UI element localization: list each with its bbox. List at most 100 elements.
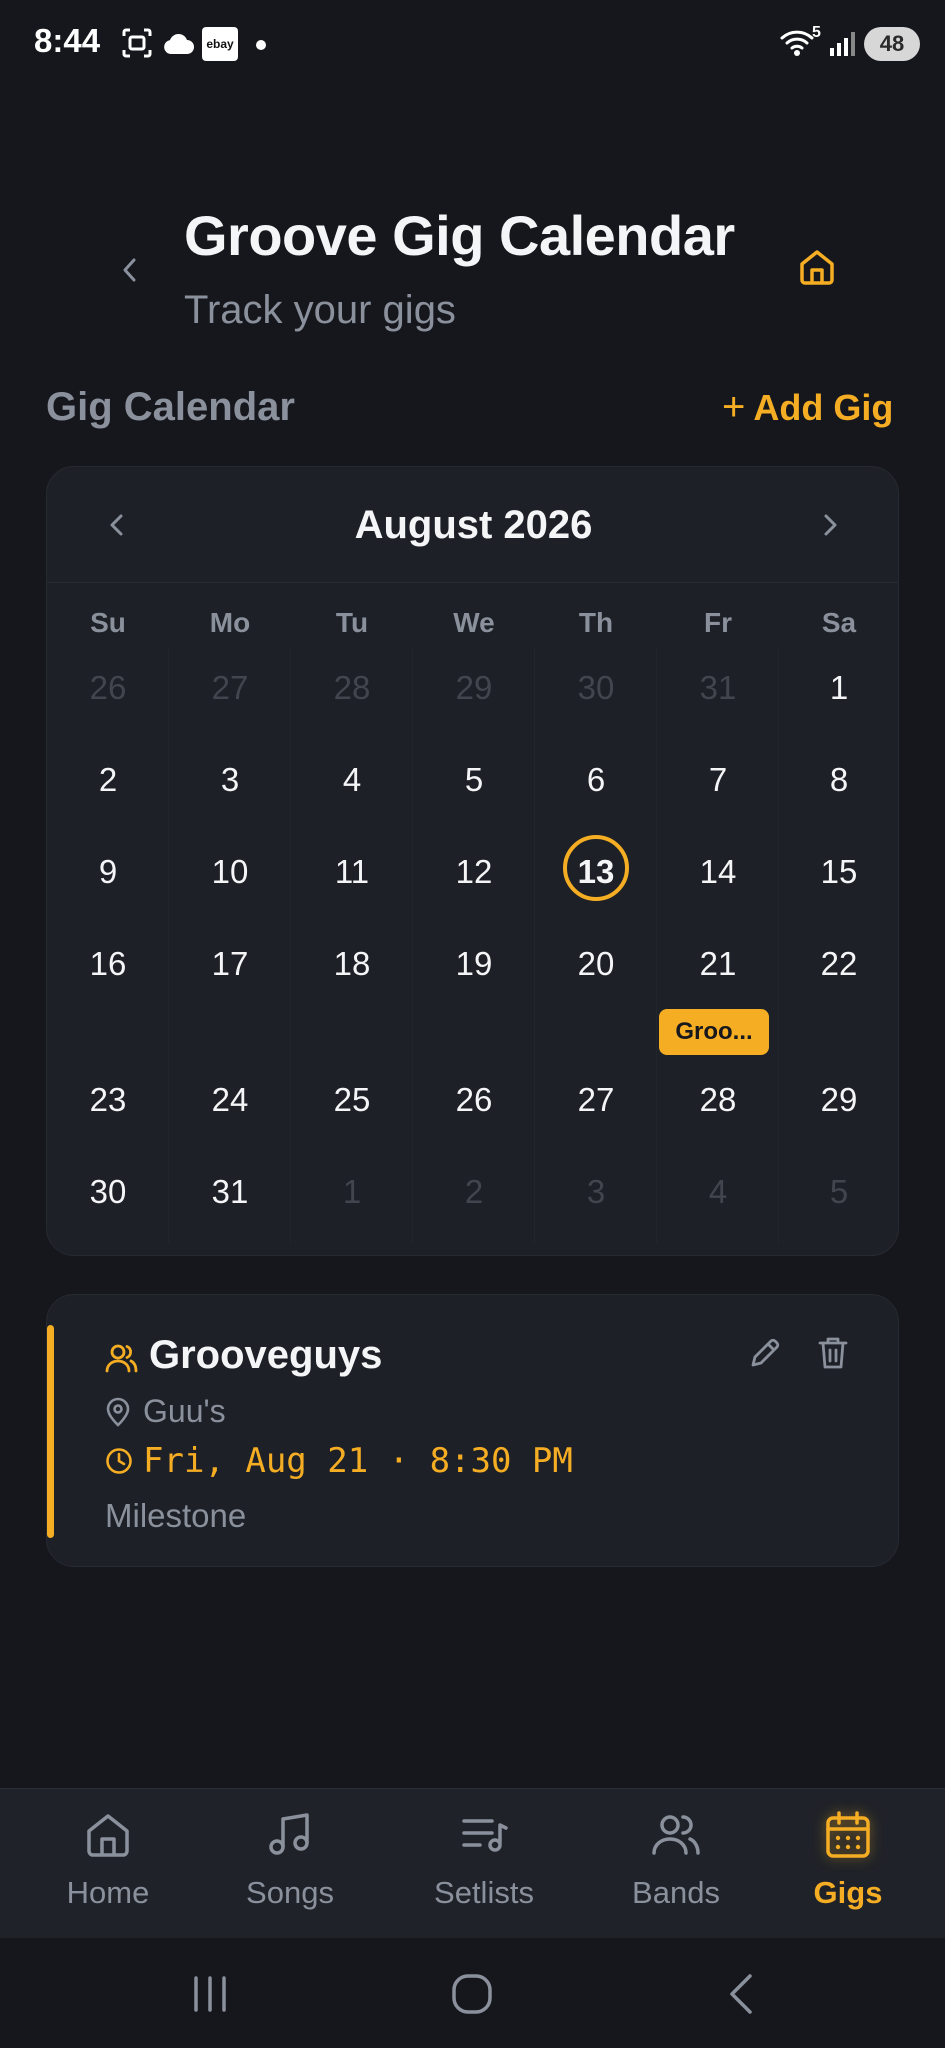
calendar-day-number: 8 [829, 761, 849, 798]
calendar-day[interactable]: 3 [535, 1151, 657, 1243]
weekday-label: Mo [209, 607, 251, 638]
calendar-day-number: 3 [220, 761, 240, 798]
event-chip[interactable]: Groo... [659, 1009, 769, 1055]
calendar-day[interactable]: 27 [169, 647, 291, 739]
nav-home-label: Home [66, 1875, 150, 1910]
status-bar: 8:44 ebay 5 48 [0, 0, 945, 90]
calendar-day[interactable]: 29 [413, 647, 535, 739]
weekday-label: We [453, 607, 495, 638]
nav-songs[interactable]: Songs [226, 1789, 354, 1939]
calendar-day[interactable]: 3 [169, 739, 291, 831]
recent-apps-icon[interactable] [188, 1972, 232, 2016]
calendar-day-number: 24 [211, 1081, 249, 1118]
calendar-day[interactable]: 25 [291, 1059, 413, 1151]
calendar-day[interactable]: 1 [291, 1151, 413, 1243]
gig-venue: Guu's [143, 1393, 226, 1429]
calendar-day-number: 26 [89, 669, 127, 706]
calendar-day[interactable]: 8 [778, 739, 898, 831]
gig-datetime-row: Fri, Aug 21 · 8:30 PM [105, 1441, 573, 1481]
calendar-day[interactable]: 31 [169, 1151, 291, 1243]
system-home-icon[interactable] [450, 1972, 494, 2016]
calendar-day[interactable]: 28 [657, 1059, 779, 1151]
calendar-day-number: 31 [699, 669, 737, 706]
weekday-label: Fr [704, 607, 732, 638]
calendar-day[interactable]: 30 [47, 1151, 169, 1243]
calendar-day-number: 23 [89, 1081, 127, 1118]
calendar-day[interactable]: 6 [535, 739, 657, 831]
calendar-day[interactable]: 5 [778, 1151, 898, 1243]
calendar-month-label: August 2026 [354, 503, 593, 547]
users-icon [652, 1815, 700, 1855]
calendar-day[interactable]: 28 [291, 647, 413, 739]
calendar-day[interactable]: 11 [291, 831, 413, 923]
calendar-card: August 2026 Su Mo Tu We Th Fr Sa 26 27 28 29 30 31 1… [46, 466, 899, 1256]
battery-indicator: 48 [864, 27, 920, 61]
calendar-day-number: 5 [464, 761, 484, 798]
calendar-day-number: 19 [455, 945, 493, 982]
trash-icon[interactable] [813, 1333, 853, 1373]
gig-accent-bar [47, 1325, 54, 1538]
signal-icon [830, 32, 855, 56]
calendar-day-number: 28 [333, 669, 371, 706]
calendar-day[interactable]: 30 [535, 647, 657, 739]
next-month-button[interactable] [810, 505, 850, 545]
calendar-day-number: 30 [89, 1173, 127, 1210]
calendar-day-number: 27 [211, 669, 249, 706]
calendar-day[interactable]: 16 [47, 923, 169, 1059]
calendar-day-number: 7 [708, 761, 728, 798]
gig-card[interactable]: Grooveguys Guu's Fri, Aug 21 · 8:30 PM M… [46, 1294, 899, 1567]
home-icon[interactable] [796, 246, 838, 288]
calendar-day[interactable]: 24 [169, 1059, 291, 1151]
calendar-day-number: 12 [455, 853, 493, 890]
nav-gigs[interactable]: Gigs [784, 1789, 912, 1939]
calendar-day[interactable]: 2 [413, 1151, 535, 1243]
calendar-day-number: 21 [699, 945, 737, 982]
calendar-day[interactable]: 4 [291, 739, 413, 831]
calendar-day-number: 26 [455, 1081, 493, 1118]
system-back-icon[interactable] [720, 1972, 764, 2016]
add-gig-button[interactable]: + Add Gig [722, 385, 893, 430]
screenshot-icon [122, 28, 152, 58]
calendar-day[interactable]: 17 [169, 923, 291, 1059]
calendar-day[interactable]: 9 [47, 831, 169, 923]
calendar-day[interactable]: 14 [657, 831, 779, 923]
calendar-day[interactable]: 15 [778, 831, 898, 923]
back-button[interactable] [112, 250, 148, 290]
calendar-day[interactable]: 13 [535, 831, 657, 923]
nav-bands[interactable]: Bands [612, 1789, 740, 1939]
calendar-day[interactable]: 31 [657, 647, 779, 739]
gig-band-name: Grooveguys [149, 1333, 383, 1377]
calendar-day[interactable]: 18 [291, 923, 413, 1059]
calendar-day[interactable]: 26 [413, 1059, 535, 1151]
calendar-day[interactable]: 26 [47, 647, 169, 739]
calendar-day[interactable]: 27 [535, 1059, 657, 1151]
calendar-day[interactable]: 10 [169, 831, 291, 923]
nav-setlists[interactable]: Setlists [414, 1789, 554, 1939]
edit-icon[interactable] [745, 1333, 785, 1373]
calendar-day-number: 2 [98, 761, 118, 798]
calendar-day[interactable]: 5 [413, 739, 535, 831]
gig-venue-row: Guu's [105, 1393, 226, 1430]
calendar-day-number: 22 [820, 945, 858, 982]
nav-home[interactable]: Home [44, 1789, 172, 1939]
calendar-day[interactable]: 2 [47, 739, 169, 831]
calendar-day-number: 16 [89, 945, 127, 982]
wifi-icon [780, 30, 814, 56]
calendar-day[interactable]: 4 [657, 1151, 779, 1243]
clock-icon [106, 1448, 132, 1474]
gig-notes: Milestone [105, 1497, 247, 1534]
calendar-day[interactable]: 29 [778, 1059, 898, 1151]
weekday-label: Sa [821, 607, 857, 638]
gig-datetime: Fri, Aug 21 · 8:30 PM [143, 1441, 573, 1481]
nav-bands-label: Bands [632, 1875, 720, 1910]
calendar-day[interactable]: 23 [47, 1059, 169, 1151]
calendar-day[interactable]: 7 [657, 739, 779, 831]
calendar-day-number: 17 [211, 945, 249, 982]
calendar-day[interactable]: 22 [778, 923, 898, 1059]
calendar-day[interactable]: 12 [413, 831, 535, 923]
calendar-day-number: 11 [334, 853, 370, 890]
system-nav-bar [0, 1938, 945, 2048]
calendar-day[interactable]: 1 [778, 647, 898, 739]
calendar-day[interactable]: 19 [413, 923, 535, 1059]
calendar-day[interactable]: 20 [535, 923, 657, 1059]
